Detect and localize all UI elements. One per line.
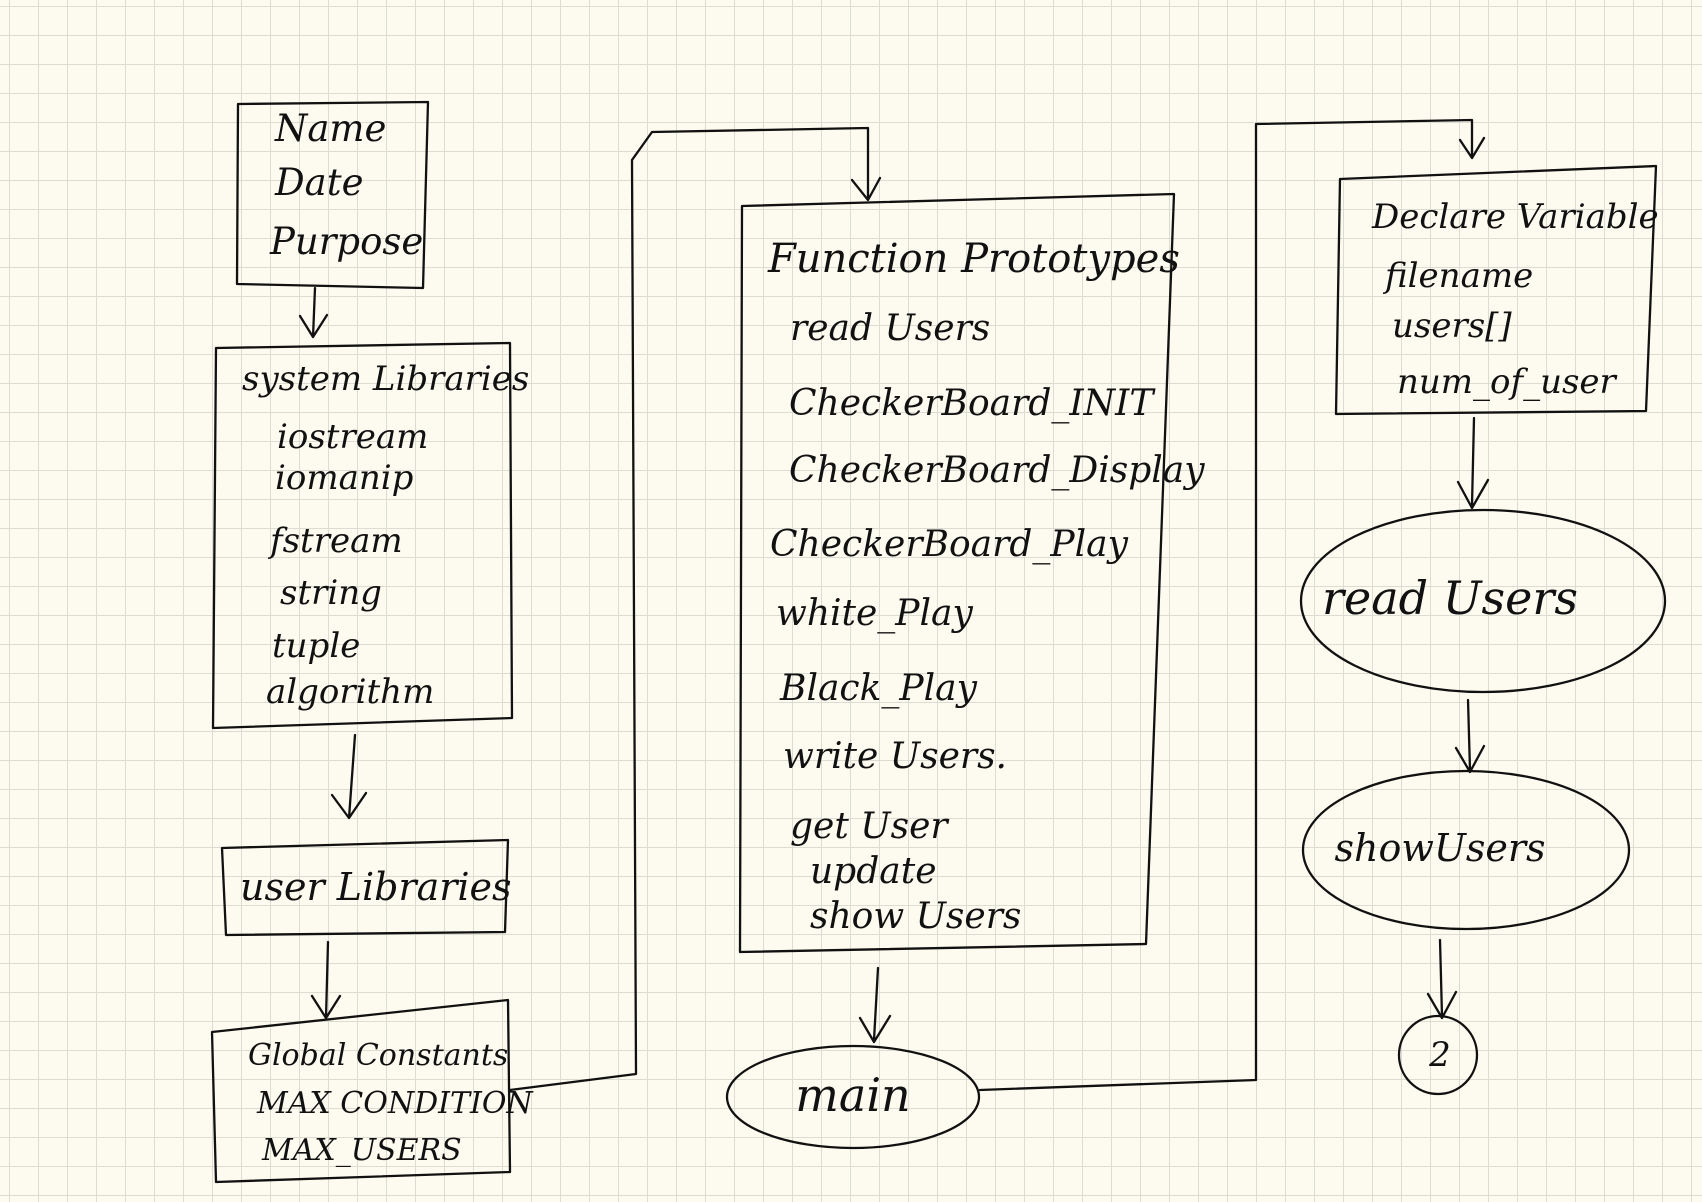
function-prototype-item: white_Play <box>776 593 973 634</box>
arrow-prototypes-to-main <box>858 966 892 1044</box>
function-prototype-item: show Users <box>810 896 1021 937</box>
header-box: Name Date Purpose <box>235 100 430 290</box>
system-library-item: tuple <box>272 626 360 666</box>
function-prototype-item: CheckerBoard_INIT <box>789 383 1156 424</box>
flowchart: Name Date Purpose system Libraries iostr… <box>210 100 1667 1184</box>
function-prototype-item: CheckerBoard_Play <box>770 524 1129 565</box>
arrow-header-to-syslibs <box>298 286 329 339</box>
function-prototype-item: write Users. <box>783 736 1007 777</box>
function-prototypes-title: Function Prototypes <box>767 236 1180 282</box>
system-libraries-title: system Libraries <box>242 359 529 399</box>
function-prototypes-box: Function Prototypes read Users CheckerBo… <box>738 192 1205 954</box>
declare-variable-box: Declare Variable filename users[] num_of… <box>1334 164 1659 416</box>
system-library-item: fstream <box>267 521 403 561</box>
system-libraries-box: system Libraries iostream iomanip fstrea… <box>211 341 529 730</box>
global-constants-title: Global Constants <box>248 1038 508 1073</box>
read-users-label: read Users <box>1322 571 1578 625</box>
main-label: main <box>795 1068 910 1122</box>
show-users-label: showUsers <box>1334 826 1545 870</box>
offpage-connector-label: 2 <box>1428 1035 1451 1075</box>
header-purpose-text: Purpose <box>269 220 423 263</box>
declare-variable-item: users[] <box>1392 306 1512 346</box>
user-libraries-title: user Libraries <box>240 865 512 909</box>
global-constant-item: MAX_USERS <box>261 1133 462 1168</box>
system-library-item: iomanip <box>275 458 413 498</box>
function-prototype-item: read Users <box>790 308 990 349</box>
show-users-node: showUsers <box>1301 769 1631 931</box>
arrow-declare-to-readusers <box>1456 416 1490 510</box>
header-name-text: Name <box>274 107 386 150</box>
main-node: main <box>725 1044 981 1150</box>
read-users-node: read Users <box>1299 508 1667 694</box>
header-date-text: Date <box>274 161 364 204</box>
arrow-userlibs-to-constants <box>310 940 342 1020</box>
system-library-item: string <box>280 573 382 613</box>
arrow-showusers-to-connector <box>1426 938 1458 1020</box>
function-prototype-item: CheckerBoard_Display <box>789 450 1205 491</box>
function-prototype-item: get User <box>790 806 949 847</box>
system-library-item: algorithm <box>266 672 434 712</box>
arrow-syslibs-to-userlibs <box>330 733 368 820</box>
function-prototype-item: Black_Play <box>779 668 978 709</box>
arrow-readusers-to-showusers <box>1454 698 1486 774</box>
declare-variable-item: filename <box>1382 256 1533 296</box>
global-constant-item: MAX CONDITION <box>256 1086 534 1121</box>
system-library-item: iostream <box>277 417 428 457</box>
function-prototype-item: update <box>810 851 937 892</box>
declare-variable-title: Declare Variable <box>1371 197 1659 237</box>
declare-variable-item: num_of_user <box>1397 362 1618 402</box>
offpage-connector: 2 <box>1397 1014 1479 1096</box>
user-libraries-box: user Libraries <box>220 838 512 937</box>
global-constants-box: Global Constants MAX CONDITION MAX_USERS <box>210 998 534 1184</box>
